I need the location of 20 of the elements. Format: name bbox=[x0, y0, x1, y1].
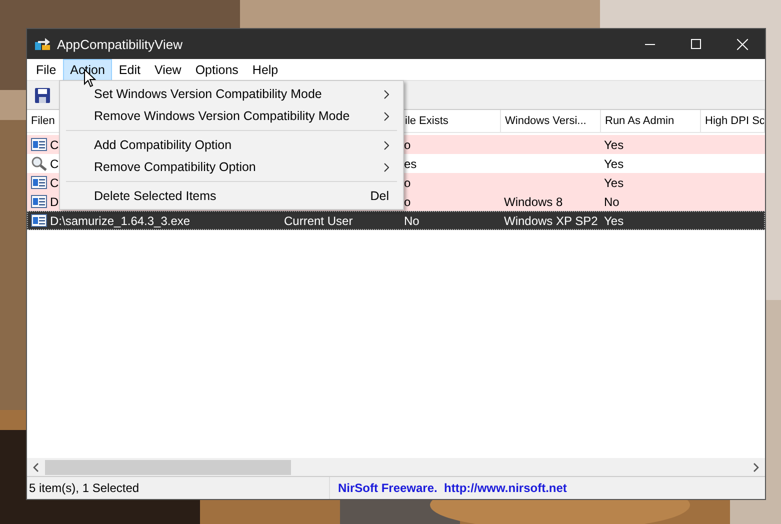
table-cell: Windows 8 bbox=[504, 194, 563, 208]
table-cell: No bbox=[604, 194, 620, 208]
table-cell: Windows XP SP2 bbox=[504, 214, 598, 228]
table-cell: Yes bbox=[604, 156, 624, 170]
table-cell: es bbox=[404, 156, 417, 170]
table-cell: No bbox=[404, 214, 420, 228]
table-cell: o bbox=[404, 194, 411, 208]
item-count: 5 item(s), 1 Selected bbox=[29, 481, 140, 495]
table-cell: o bbox=[404, 176, 411, 190]
table-cell: Current User bbox=[284, 214, 353, 228]
table-cell: o bbox=[404, 138, 411, 152]
table-cell: C bbox=[50, 156, 59, 170]
table-cell: Yes bbox=[604, 138, 624, 152]
table-cell: Yes bbox=[604, 214, 624, 228]
table-cell: Yes bbox=[604, 176, 624, 190]
table-cell: C bbox=[50, 138, 59, 152]
table-cell: C bbox=[50, 176, 59, 190]
table-cell: D bbox=[50, 194, 59, 208]
window-title: AppCompatibilityView bbox=[57, 36, 184, 52]
table-cell: D:\samurize_1.64.3_3.exe bbox=[50, 214, 190, 228]
